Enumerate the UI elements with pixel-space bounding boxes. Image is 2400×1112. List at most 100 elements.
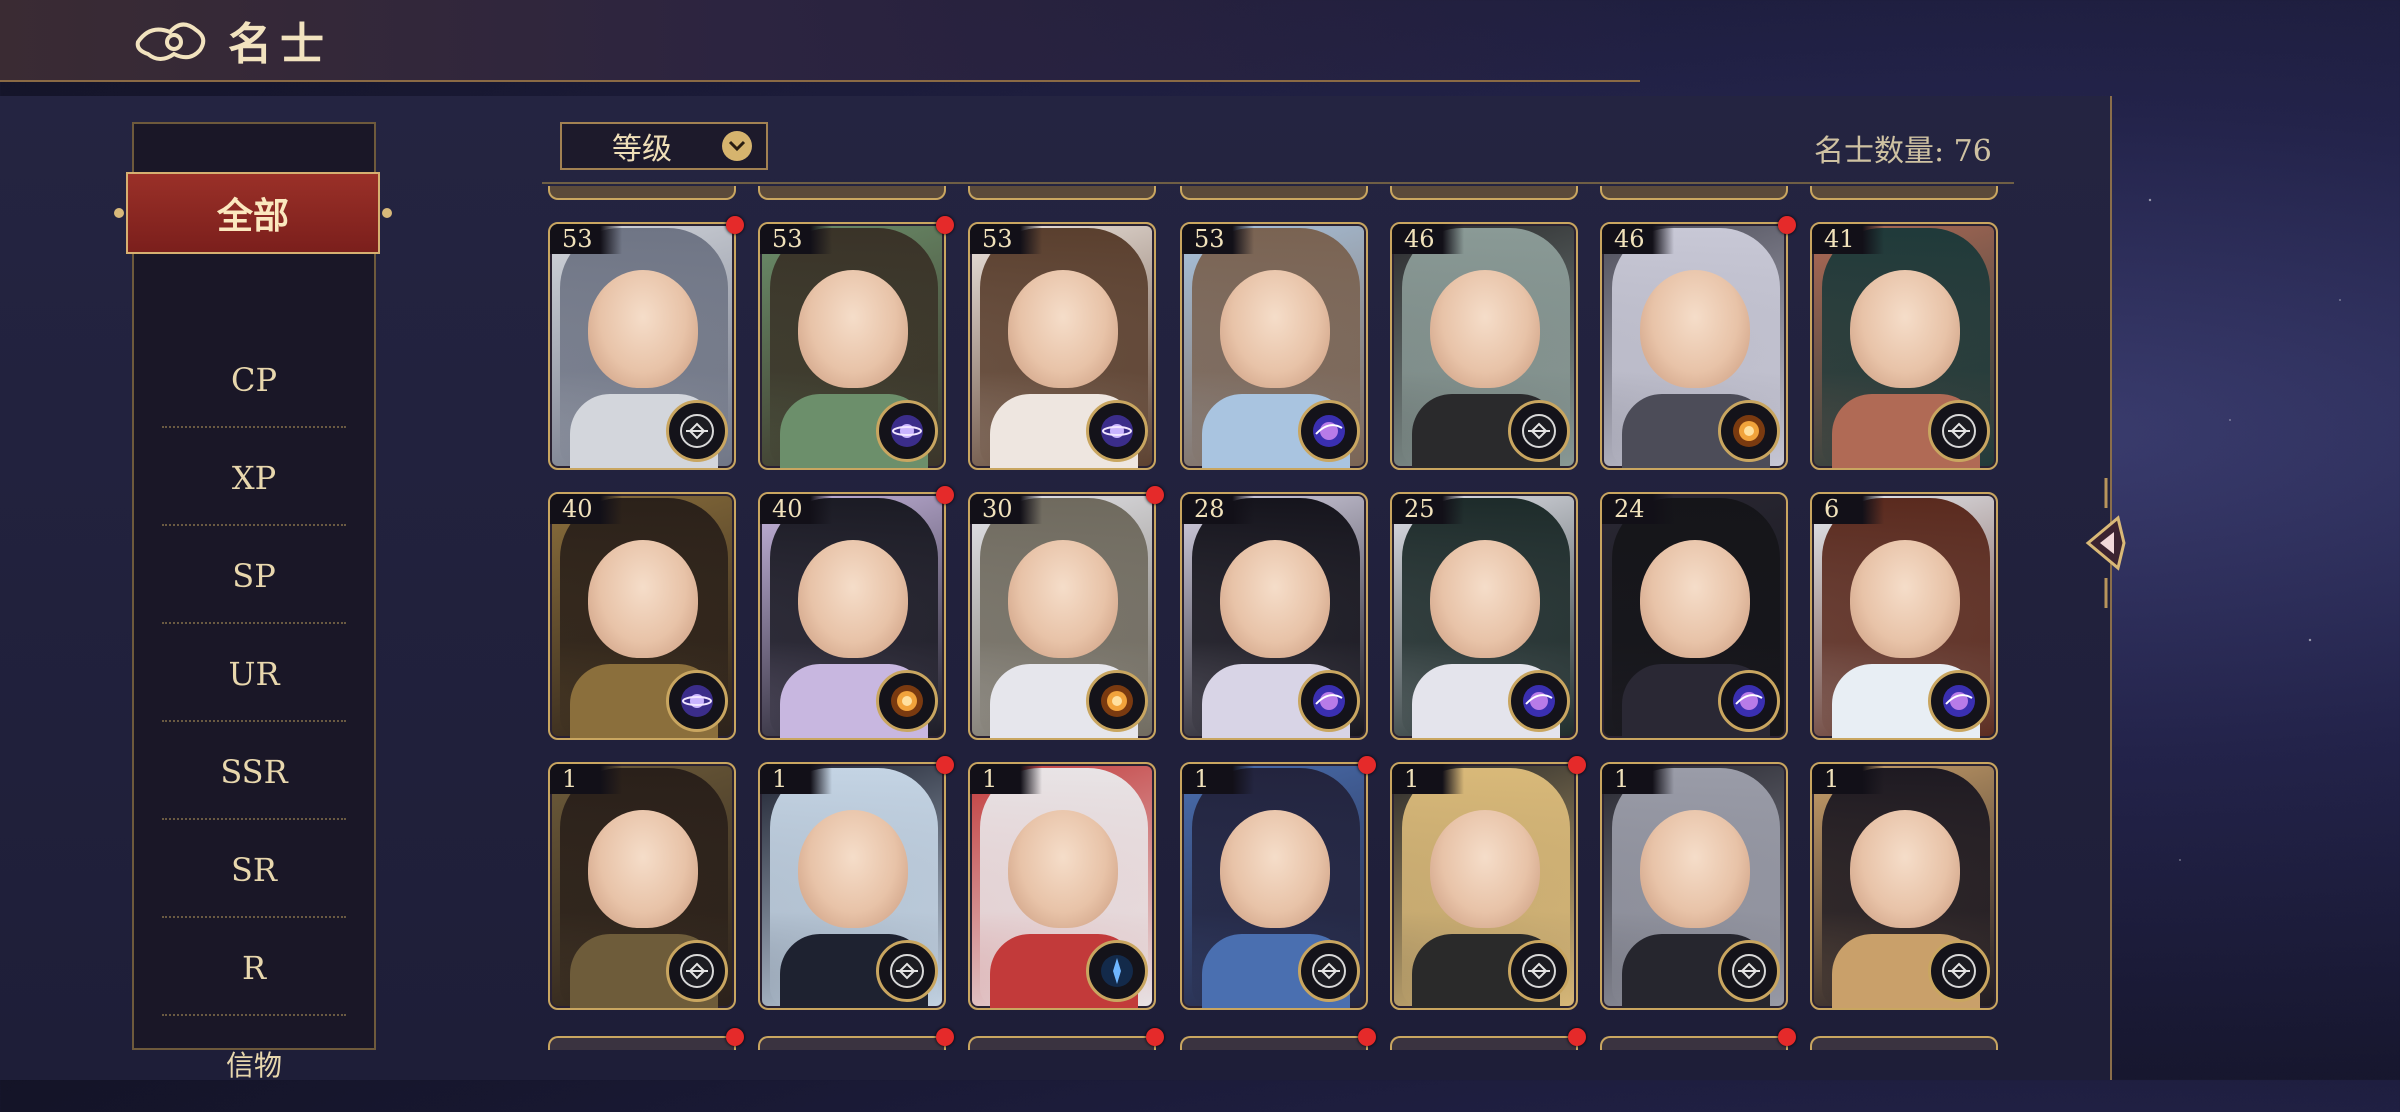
- partial-card: [1600, 186, 1788, 200]
- sort-dropdown[interactable]: 等级: [560, 122, 768, 170]
- partial-card: [1600, 1036, 1788, 1050]
- hero-card[interactable]: 1: [758, 762, 946, 1010]
- hero-card[interactable]: 1: [1810, 762, 1998, 1010]
- swords-icon: [1718, 940, 1780, 1002]
- swords-icon: [666, 940, 728, 1002]
- filter-ssr[interactable]: SSR: [134, 724, 374, 820]
- hero-card[interactable]: 1: [968, 762, 1156, 1010]
- hero-card[interactable]: 53: [1180, 222, 1368, 470]
- galaxy-icon: [1928, 670, 1990, 732]
- notification-dot: [936, 216, 954, 234]
- hero-level: 53: [760, 224, 832, 254]
- partial-card: [1180, 1036, 1368, 1050]
- hero-level: 46: [1392, 224, 1464, 254]
- filter-sr[interactable]: SR: [134, 822, 374, 918]
- hero-level: 1: [1182, 764, 1254, 794]
- notification-dot: [1568, 1028, 1586, 1046]
- partial-card: [548, 186, 736, 200]
- hero-level: 1: [1392, 764, 1464, 794]
- filter-xp[interactable]: XP: [134, 430, 374, 526]
- hero-level: 41: [1812, 224, 1884, 254]
- partial-card: [968, 1036, 1156, 1050]
- hero-level: 53: [550, 224, 622, 254]
- notification-dot: [726, 1028, 744, 1046]
- hero-card[interactable]: 6: [1810, 492, 1998, 740]
- filter-cp[interactable]: CP: [134, 332, 374, 428]
- notification-dot: [1778, 216, 1796, 234]
- swords-icon: [1928, 940, 1990, 1002]
- notification-dot: [1358, 1028, 1376, 1046]
- partial-card: [1810, 186, 1998, 200]
- hero-card[interactable]: 46: [1600, 222, 1788, 470]
- hero-card[interactable]: 41: [1810, 222, 1998, 470]
- swords-icon: [1298, 940, 1360, 1002]
- swords-icon: [876, 940, 938, 1002]
- filter-ur[interactable]: UR: [134, 626, 374, 722]
- sort-label: 等级: [612, 132, 672, 167]
- collapse-arrow-icon[interactable]: [2078, 478, 2134, 608]
- hero-card[interactable]: 1: [1390, 762, 1578, 1010]
- filter-sp[interactable]: SP: [134, 528, 374, 624]
- swords-icon: [666, 400, 728, 462]
- galaxy-icon: [1508, 670, 1570, 732]
- hero-level: 53: [1182, 224, 1254, 254]
- planet-icon: [876, 400, 938, 462]
- hero-card[interactable]: 40: [548, 492, 736, 740]
- notification-dot: [726, 216, 744, 234]
- filter-all-active[interactable]: 全部: [114, 172, 392, 254]
- hero-card[interactable]: 28: [1180, 492, 1368, 740]
- hero-count: 名士数量: 76: [1814, 134, 1992, 169]
- hero-card[interactable]: 25: [1390, 492, 1578, 740]
- partial-card: [1390, 1036, 1578, 1050]
- filter-r[interactable]: R: [134, 920, 374, 1016]
- notification-dot: [1146, 1028, 1164, 1046]
- hero-card[interactable]: 1: [1600, 762, 1788, 1010]
- hero-level: 40: [550, 494, 622, 524]
- filter-token[interactable]: 信物: [134, 1016, 374, 1112]
- galaxy-icon: [1718, 670, 1780, 732]
- hero-level: 46: [1602, 224, 1674, 254]
- filter-sidebar: CP XP SP UR SSR SR R 信物: [132, 122, 376, 1082]
- swords-icon: [1508, 940, 1570, 1002]
- partial-card: [548, 1036, 736, 1050]
- galaxy-icon: [1298, 670, 1360, 732]
- back-cloud-icon[interactable]: [130, 10, 210, 70]
- hero-card[interactable]: 40: [758, 492, 946, 740]
- hero-card[interactable]: 1: [548, 762, 736, 1010]
- hero-card[interactable]: 53: [968, 222, 1156, 470]
- hero-card[interactable]: 46: [1390, 222, 1578, 470]
- partial-card: [758, 1036, 946, 1050]
- hero-card[interactable]: 53: [758, 222, 946, 470]
- page-title: 名士: [228, 19, 332, 70]
- partial-card: [968, 186, 1156, 200]
- hero-card[interactable]: 24: [1600, 492, 1788, 740]
- hero-card[interactable]: 1: [1180, 762, 1368, 1010]
- planet-icon: [666, 670, 728, 732]
- swords-icon: [1928, 400, 1990, 462]
- notification-dot: [936, 1028, 954, 1046]
- chevron-down-icon: [722, 131, 752, 161]
- hero-level: 30: [970, 494, 1042, 524]
- hero-level: 1: [760, 764, 832, 794]
- header: 名士: [130, 8, 332, 72]
- header-bar: 名士: [0, 0, 1640, 82]
- hero-card[interactable]: 53: [548, 222, 736, 470]
- hero-level: 28: [1182, 494, 1254, 524]
- sun-icon: [1086, 670, 1148, 732]
- galaxy-icon: [1298, 400, 1360, 462]
- hero-level: 6: [1812, 494, 1884, 524]
- notification-dot: [936, 486, 954, 504]
- notification-dot: [1568, 756, 1586, 774]
- hero-level: 1: [1602, 764, 1674, 794]
- hero-card[interactable]: 30: [968, 492, 1156, 740]
- hero-level: 1: [1812, 764, 1884, 794]
- hero-level: 1: [550, 764, 622, 794]
- hero-level: 25: [1392, 494, 1464, 524]
- notification-dot: [1778, 1028, 1796, 1046]
- partial-card: [1810, 1036, 1998, 1050]
- hero-level: 1: [970, 764, 1042, 794]
- notification-dot: [1146, 486, 1164, 504]
- sun-icon: [876, 670, 938, 732]
- swords-icon: [1508, 400, 1570, 462]
- planet-icon: [1086, 400, 1148, 462]
